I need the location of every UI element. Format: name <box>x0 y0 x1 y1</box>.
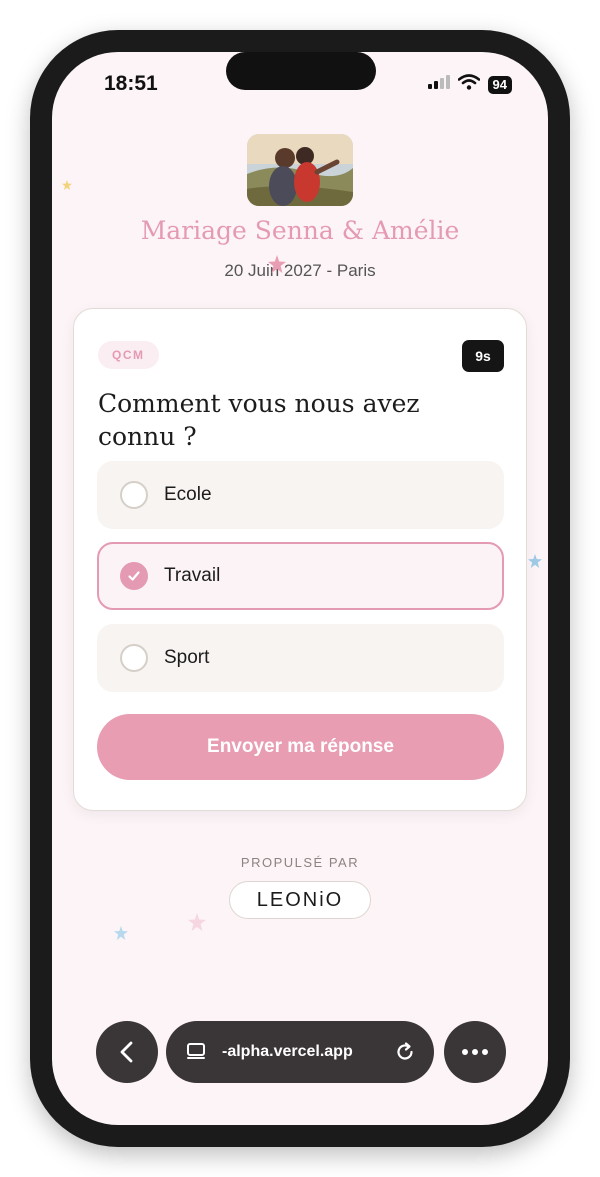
status-icons: 94 <box>427 74 512 95</box>
quiz-card: QCM 9s Comment vous nous avez connu ? Ec… <box>73 308 527 811</box>
star-icon <box>268 255 286 273</box>
star-icon <box>188 913 206 931</box>
radio-button[interactable] <box>120 644 148 672</box>
submit-button[interactable]: Envoyer ma réponse <box>97 714 504 780</box>
star-icon <box>528 554 542 568</box>
dynamic-island <box>226 52 376 90</box>
answer-option-selected[interactable]: Travail <box>97 542 504 610</box>
url-text[interactable]: -alpha.vercel.app <box>222 1043 353 1061</box>
check-icon <box>128 571 140 581</box>
phone-frame: 18:51 94 Mariage Senna & Amélie 20 Juin … <box>30 30 570 1147</box>
question-text: Comment vous nous avez connu ? <box>98 389 420 451</box>
status-time: 18:51 <box>104 72 158 95</box>
wifi-icon <box>457 74 480 95</box>
answer-label: Ecole <box>164 484 212 505</box>
answer-option[interactable]: Ecole <box>97 461 504 529</box>
brand-logo[interactable]: LEONiO <box>229 881 371 919</box>
reload-icon[interactable] <box>394 1041 416 1063</box>
more-button[interactable] <box>444 1021 506 1083</box>
back-icon <box>120 1041 133 1063</box>
powered-by-label: PROPULSÉ PAR <box>240 855 360 870</box>
answer-label: Travail <box>164 565 221 586</box>
answer-option[interactable]: Sport <box>97 624 504 692</box>
more-icon <box>462 1049 488 1055</box>
answer-label: Sport <box>164 647 210 668</box>
event-title: Mariage Senna & Amélie <box>140 216 460 245</box>
countdown-timer: 9s <box>462 340 504 372</box>
tabs-icon[interactable] <box>186 1042 208 1062</box>
radio-button-checked[interactable] <box>120 562 148 590</box>
screen: 18:51 94 Mariage Senna & Amélie 20 Juin … <box>52 52 548 1125</box>
question-type-badge: QCM <box>98 341 159 369</box>
star-icon <box>62 180 72 190</box>
event-subtitle: 20 Juin 2027 - Paris <box>224 261 376 280</box>
radio-button[interactable] <box>120 481 148 509</box>
battery-indicator: 94 <box>487 75 512 94</box>
signal-icon <box>427 74 450 95</box>
couple-photo <box>247 134 353 206</box>
back-button[interactable] <box>96 1021 158 1083</box>
address-bar[interactable]: -alpha.vercel.app <box>166 1021 434 1083</box>
star-icon <box>114 926 128 940</box>
